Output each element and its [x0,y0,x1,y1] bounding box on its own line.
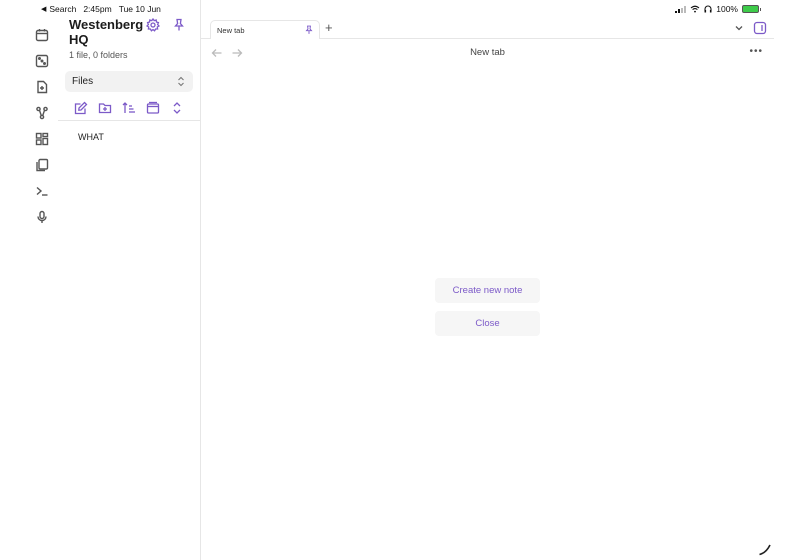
vault-stats: 1 file, 0 folders [69,50,128,60]
view-selector-label: Files [72,76,94,87]
templates-icon[interactable] [35,158,49,172]
tab-pin-icon[interactable] [304,25,314,35]
command-palette-icon[interactable] [35,184,49,198]
microphone-icon[interactable] [35,210,49,224]
file-explorer-sidebar: Westenberg HQ 1 file, 0 folders Files WH… [58,0,201,560]
file-explorer-toolbar [58,99,201,121]
chevron-up-down-icon [178,76,184,87]
vault-name[interactable]: Westenberg HQ [69,17,149,47]
battery-percent: 100% [716,4,738,14]
calendar-icon[interactable] [35,28,49,42]
pin-icon[interactable] [172,18,186,32]
back-triangle-icon[interactable]: ◀ [41,5,46,13]
file-item[interactable]: WHAT [78,132,104,142]
view-title: New tab [470,47,505,58]
collapse-all-icon[interactable] [146,101,160,115]
headphones-icon [704,5,712,13]
tab-list-chevron-down-icon[interactable] [734,23,744,33]
add-tab-icon[interactable]: + [325,21,333,34]
document-import-icon[interactable] [35,80,49,94]
tab-new-tab[interactable]: New tab [210,20,320,39]
wifi-icon [690,5,700,13]
tab-bar: New tab + [201,18,774,39]
new-note-icon[interactable] [74,101,88,115]
close-button[interactable]: Close [435,311,540,336]
random-note-icon[interactable] [35,54,49,68]
cellular-signal-icon [675,5,687,13]
sort-icon[interactable] [122,101,136,115]
new-folder-icon[interactable] [98,101,112,115]
more-options-icon[interactable]: ••• [749,46,763,57]
tab-label: New tab [217,26,245,35]
expand-collapse-chevrons-icon[interactable] [170,101,184,115]
view-selector[interactable]: Files [65,71,193,92]
right-sidebar-toggle-icon[interactable] [753,21,767,35]
canvas-icon[interactable] [35,132,49,146]
view-header: New tab ••• [201,41,774,63]
settings-gear-icon[interactable] [145,17,161,32]
graph-view-icon[interactable] [35,106,49,120]
resize-corner-icon[interactable] [758,542,772,556]
battery-charging-icon [742,5,761,13]
create-new-note-button[interactable]: Create new note [435,278,540,303]
